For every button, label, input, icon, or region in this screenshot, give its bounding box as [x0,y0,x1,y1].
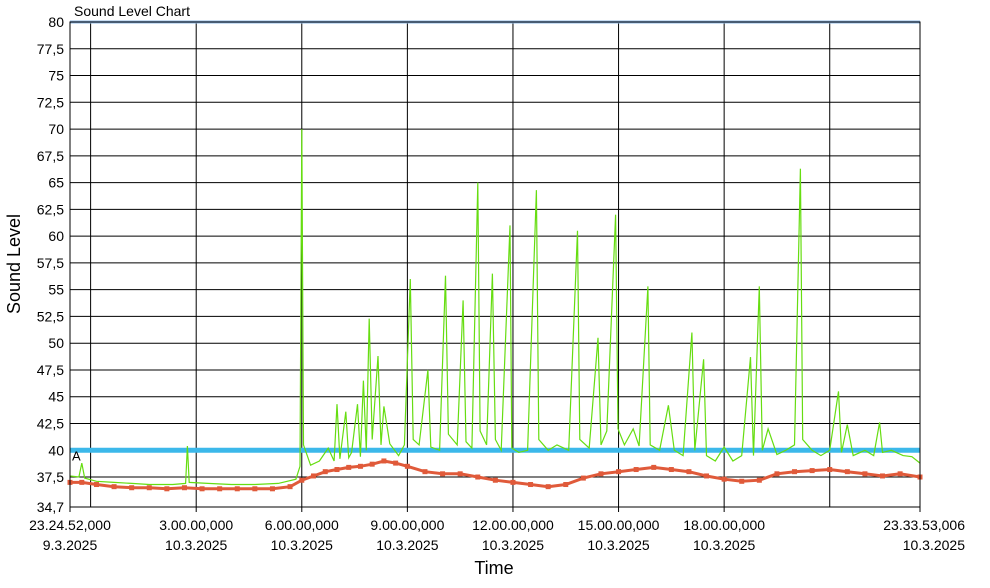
x-tick-label-time: 23.24.52,000 [29,517,111,533]
average-marker [827,467,833,473]
x-tick-label-date: 10.3.2025 [165,537,227,553]
average-marker [510,479,516,485]
average-marker [704,473,710,479]
average-marker [146,485,152,491]
x-tick-label-time: 15.00.00,000 [578,517,660,533]
y-tick-label: 52,5 [37,308,64,324]
average-marker [774,471,780,477]
average-marker [809,468,815,474]
x-tick-label-time: 3.00.00,000 [159,517,233,533]
y-tick-label: 70 [48,121,64,137]
x-tick-label-date: 10.3.2025 [271,537,333,553]
average-marker [563,482,569,488]
chart-title: Sound Level Chart [74,3,190,19]
average-marker [199,486,205,492]
x-tick-label-time: 18.00.00,000 [683,517,765,533]
average-marker [792,469,798,475]
x-tick-label-date: 10.3.2025 [376,537,438,553]
average-marker [756,477,762,483]
y-tick-label: 34,7 [37,499,64,515]
average-marker [422,469,428,475]
average-marker [668,467,674,473]
x-tick-label-date: 10.3.2025 [903,537,965,553]
x-axis-label: Time [474,558,513,578]
average-marker [440,471,446,477]
average-marker [129,485,135,491]
average-marker [580,475,586,481]
y-tick-label: 57,5 [37,255,64,271]
y-tick-label: 75 [48,68,64,84]
chart-annotation: A [72,449,81,464]
average-marker [897,471,903,477]
y-tick-label: 60 [48,228,64,244]
sound-level-chart: 80 77,5 75 72,5 70 67,5 65 62,5 60 57,5 55 52,5 50 47… [0,0,990,588]
average-marker [475,474,481,480]
average-marker [616,469,622,475]
y-axis-label: Sound Level [4,214,24,314]
average-marker [492,477,498,483]
average-marker [545,484,551,490]
y-tick-label: 77,5 [37,41,64,57]
x-tick-label-date: 10.3.2025 [482,537,544,553]
average-marker [381,458,387,464]
x-tick-label-time: 6.00.00,000 [265,517,339,533]
y-tick-label: 62,5 [37,201,64,217]
average-marker [369,461,375,467]
y-tick-label: 65 [48,175,64,191]
y-tick-label: 40 [48,442,64,458]
y-tick-label: 55 [48,282,64,298]
average-marker [181,485,187,491]
x-tick-label-date: 10.3.2025 [693,537,755,553]
average-marker [299,477,305,483]
average-marker [287,484,293,490]
average-marker [457,471,463,477]
average-marker [739,478,745,484]
average-marker [164,486,170,492]
average-marker [311,473,317,479]
y-tick-label: 50 [48,335,64,351]
y-tick-label: 37,5 [37,469,64,485]
average-marker [651,464,657,470]
average-marker [880,473,886,479]
average-marker [217,486,223,492]
y-tick-label: 45 [48,389,64,405]
chart-background [0,0,990,588]
average-marker [79,479,85,485]
average-marker [346,464,352,470]
y-tick-label: 47,5 [37,362,64,378]
average-marker [844,469,850,475]
average-marker [633,467,639,473]
x-tick-label-time: 23.33.53,006 [883,517,965,533]
y-tick-label: 72,5 [37,94,64,110]
y-tick-label: 42,5 [37,415,64,431]
average-marker [93,482,99,488]
average-marker [357,463,363,469]
x-tick-label-time: 12.00.00,000 [472,517,554,533]
y-tick-label: 67,5 [37,148,64,164]
x-tick-label-date: 10.3.2025 [587,537,649,553]
y-tick-label: 80 [48,14,64,30]
average-marker [528,482,534,488]
average-marker [404,463,410,469]
average-marker [322,469,328,475]
average-marker [234,486,240,492]
x-tick-label-time: 9.00.00,000 [370,517,444,533]
average-marker [111,484,117,490]
average-marker [862,471,868,477]
average-marker [252,486,258,492]
average-marker [598,471,604,477]
average-marker [686,469,692,475]
average-marker [393,460,399,466]
x-tick-label-date: 9.3.2025 [43,537,98,553]
average-marker [334,467,340,473]
average-marker [721,476,727,482]
average-marker [269,486,275,492]
